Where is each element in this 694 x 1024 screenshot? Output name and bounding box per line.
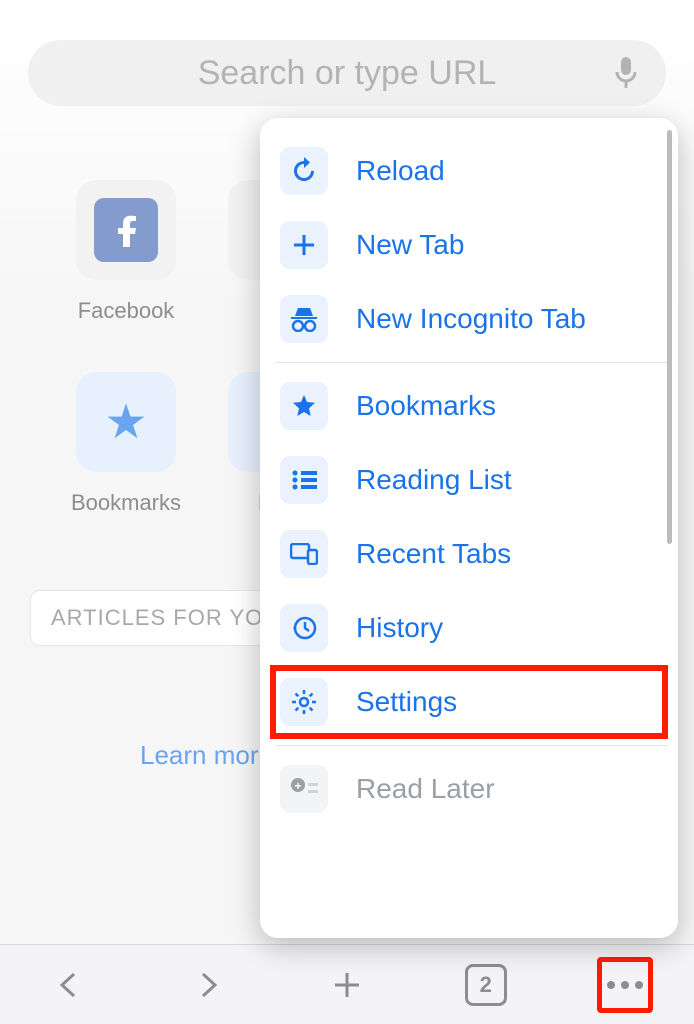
popup-scrollbar[interactable]: [667, 130, 672, 544]
gear-icon: [280, 678, 328, 726]
menu-item-reading-list[interactable]: Reading List: [276, 443, 668, 517]
shortcut-label: Facebook: [78, 298, 175, 323]
forward-button[interactable]: [180, 957, 236, 1013]
plus-icon: [280, 221, 328, 269]
reload-icon: [280, 147, 328, 195]
menu-item-incognito[interactable]: New Incognito Tab: [276, 282, 668, 356]
read-later-icon: +: [280, 765, 328, 813]
shortcut-label: Bookmarks: [71, 490, 181, 515]
menu-item-recent-tabs[interactable]: Recent Tabs: [276, 517, 668, 591]
learn-more-link[interactable]: Learn mor: [140, 740, 259, 771]
menu-label: Recent Tabs: [356, 538, 511, 570]
menu-label: Reading List: [356, 464, 512, 496]
shortcut-facebook[interactable]: Facebook: [56, 180, 196, 324]
chip-label: ARTICLES FOR YO: [51, 605, 263, 630]
menu-divider: [276, 362, 668, 363]
search-bar[interactable]: Search or type URL: [28, 40, 666, 106]
more-button[interactable]: [597, 957, 653, 1013]
menu-label: Settings: [356, 686, 457, 718]
overflow-menu: Reload New Tab New Incognito Tab Bookmar…: [260, 118, 678, 938]
search-placeholder: Search or type URL: [198, 54, 497, 93]
menu-item-read-later[interactable]: + Read Later: [276, 752, 668, 826]
svg-text:+: +: [294, 779, 301, 793]
menu-item-settings[interactable]: Settings: [270, 665, 668, 739]
star-icon: [280, 382, 328, 430]
back-button[interactable]: [41, 957, 97, 1013]
menu-label: Bookmarks: [356, 390, 496, 422]
shortcut-bookmarks[interactable]: ★ Bookmarks: [56, 372, 196, 516]
tabs-button[interactable]: 2: [458, 957, 514, 1013]
menu-item-new-tab[interactable]: New Tab: [276, 208, 668, 282]
menu-item-history[interactable]: History: [276, 591, 668, 665]
menu-label: New Tab: [356, 229, 464, 261]
menu-divider: [276, 745, 668, 746]
incognito-icon: [280, 295, 328, 343]
list-icon: [280, 456, 328, 504]
bottom-toolbar: 2: [0, 944, 694, 1024]
menu-label: New Incognito Tab: [356, 303, 586, 335]
history-icon: [280, 604, 328, 652]
new-tab-button[interactable]: [319, 957, 375, 1013]
tab-count: 2: [480, 972, 492, 998]
microphone-icon[interactable]: [614, 56, 638, 90]
articles-for-you-chip[interactable]: ARTICLES FOR YO: [30, 590, 284, 646]
menu-label: Reload: [356, 155, 445, 187]
more-icon: [604, 976, 646, 994]
menu-label: Read Later: [356, 773, 495, 805]
menu-item-bookmarks[interactable]: Bookmarks: [276, 369, 668, 443]
devices-icon: [280, 530, 328, 578]
menu-label: History: [356, 612, 443, 644]
menu-item-reload[interactable]: Reload: [276, 134, 668, 208]
